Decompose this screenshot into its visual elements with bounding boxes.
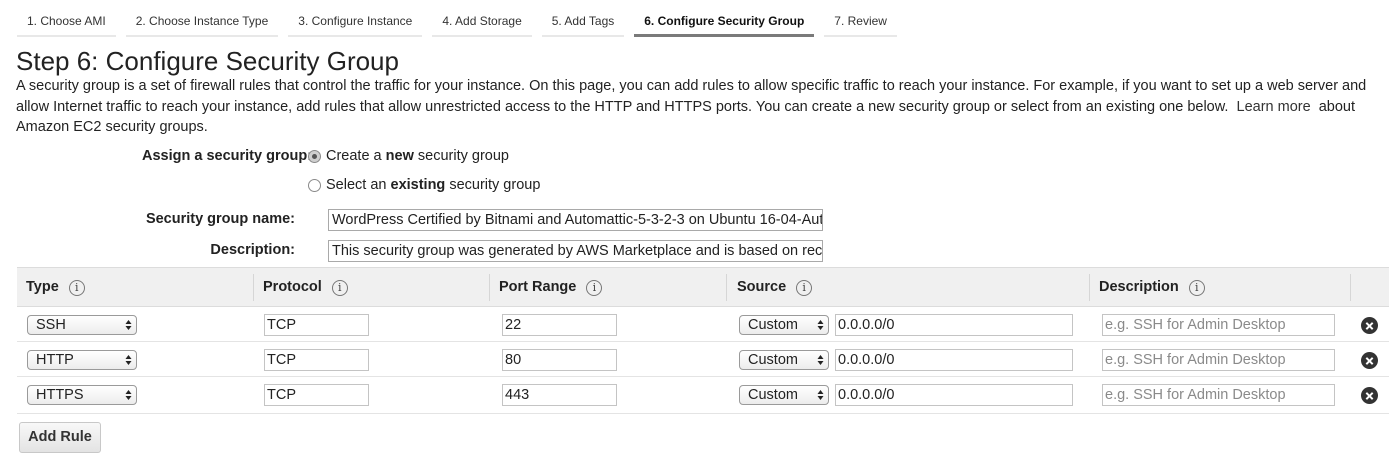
- type-select-value: HTTPS: [36, 387, 84, 403]
- intro-text: A security group is a set of firewall ru…: [16, 78, 1367, 115]
- radio-select-existing[interactable]: Select an existing security group: [308, 177, 540, 193]
- step-review[interactable]: 7. Review: [824, 8, 897, 37]
- step-add-storage[interactable]: 4. Add Storage: [432, 8, 532, 37]
- table-row: HTTP TCP 80 Custom 0.0.0.0/0 e.g. SSH fo…: [17, 342, 1389, 377]
- column-divider: [726, 274, 727, 301]
- step-configure-security-group[interactable]: 6. Configure Security Group: [634, 8, 815, 37]
- description-label: Description:: [210, 242, 295, 258]
- port-range-input[interactable]: 443: [502, 384, 617, 406]
- protocol-field: TCP: [264, 349, 369, 371]
- column-header-protocol: Protocol i: [254, 268, 489, 307]
- radio-create-new[interactable]: Create a new security group: [308, 148, 509, 164]
- source-cidr-input[interactable]: 0.0.0.0/0: [835, 314, 1073, 336]
- protocol-field: TCP: [264, 384, 369, 406]
- learn-more-link[interactable]: Learn more: [1237, 99, 1311, 115]
- source-cidr-input[interactable]: 0.0.0.0/0: [835, 349, 1073, 371]
- radio-select-existing-suffix: security group: [445, 177, 541, 193]
- radio-create-new-bold: new: [385, 148, 414, 164]
- info-icon[interactable]: i: [796, 279, 813, 296]
- radio-create-new-suffix: security group: [413, 148, 509, 164]
- source-select[interactable]: Custom: [739, 315, 829, 335]
- updown-arrows-icon: [125, 320, 132, 330]
- source-select[interactable]: Custom: [739, 350, 829, 370]
- updown-arrows-icon: [817, 320, 824, 330]
- column-header-port-range: Port Range i: [490, 268, 726, 307]
- page-title: Step 6: Configure Security Group: [16, 46, 399, 76]
- close-circle-icon[interactable]: [1361, 387, 1378, 404]
- type-select[interactable]: HTTP: [27, 350, 137, 370]
- wizard-steps: 1. Choose AMI 2. Choose Instance Type 3.…: [17, 8, 907, 38]
- radio-select-existing-bold: existing: [390, 177, 446, 193]
- type-select[interactable]: HTTPS: [27, 385, 137, 405]
- source-select-value: Custom: [748, 352, 798, 368]
- info-icon[interactable]: i: [331, 279, 348, 296]
- protocol-field: TCP: [264, 314, 369, 336]
- column-header-port-range-label: Port Range: [499, 279, 577, 295]
- rule-description-input[interactable]: e.g. SSH for Admin Desktop: [1102, 384, 1335, 406]
- column-header-source: Source i: [728, 268, 1088, 307]
- radio-icon[interactable]: [308, 149, 321, 163]
- table-row: SSH TCP 22 Custom 0.0.0.0/0 e.g. SSH for…: [17, 307, 1389, 342]
- updown-arrows-icon: [125, 390, 132, 400]
- radio-create-new-prefix: Create a: [326, 148, 386, 164]
- source-select-value: Custom: [748, 387, 798, 403]
- rules-table: Type i Protocol i Port Range i Source i Desc…: [17, 267, 1389, 414]
- type-select-value: SSH: [36, 317, 66, 333]
- column-header-description-label: Description: [1099, 279, 1179, 295]
- close-circle-icon[interactable]: [1361, 317, 1378, 334]
- updown-arrows-icon: [817, 355, 824, 365]
- step-choose-ami[interactable]: 1. Choose AMI: [17, 8, 116, 37]
- source-select[interactable]: Custom: [739, 385, 829, 405]
- type-select-value: HTTP: [36, 352, 74, 368]
- step-add-tags[interactable]: 5. Add Tags: [541, 8, 625, 37]
- column-header-type: Type i: [17, 268, 253, 307]
- port-range-input[interactable]: 80: [502, 349, 617, 371]
- column-divider: [1350, 274, 1351, 301]
- description-input[interactable]: This security group was generated by AWS…: [328, 240, 823, 262]
- security-group-name-label: Security group name:: [145, 211, 295, 227]
- rule-description-input[interactable]: e.g. SSH for Admin Desktop: [1102, 314, 1335, 336]
- table-row: HTTPS TCP 443 Custom 0.0.0.0/0 e.g. SSH …: [17, 377, 1389, 412]
- rule-description-input[interactable]: e.g. SSH for Admin Desktop: [1102, 349, 1335, 371]
- add-rule-button[interactable]: Add Rule: [19, 422, 101, 453]
- info-icon[interactable]: i: [1188, 279, 1205, 296]
- column-header-description: Description i: [1090, 268, 1350, 307]
- step-configure-instance[interactable]: 3. Configure Instance: [288, 8, 423, 37]
- info-icon[interactable]: i: [68, 279, 85, 296]
- step-choose-instance-type[interactable]: 2. Choose Instance Type: [125, 8, 279, 37]
- info-icon[interactable]: i: [586, 279, 603, 296]
- radio-select-existing-prefix: Select an: [326, 177, 391, 193]
- rules-table-header: Type i Protocol i Port Range i Source i Desc…: [17, 267, 1389, 307]
- source-cidr-input[interactable]: 0.0.0.0/0: [835, 384, 1073, 406]
- security-group-name-input[interactable]: WordPress Certified by Bitnami and Autom…: [328, 209, 823, 231]
- intro-paragraph: A security group is a set of firewall ru…: [16, 76, 1394, 138]
- close-circle-icon[interactable]: [1361, 352, 1378, 369]
- assign-group-label: Assign a security group:: [142, 148, 313, 164]
- column-header-type-label: Type: [26, 279, 59, 295]
- radio-icon[interactable]: [308, 178, 321, 192]
- column-header-source-label: Source: [737, 279, 787, 295]
- type-select[interactable]: SSH: [27, 315, 137, 335]
- column-header-protocol-label: Protocol: [263, 279, 322, 295]
- updown-arrows-icon: [817, 390, 824, 400]
- source-select-value: Custom: [748, 317, 798, 333]
- updown-arrows-icon: [125, 355, 132, 365]
- port-range-input[interactable]: 22: [502, 314, 617, 336]
